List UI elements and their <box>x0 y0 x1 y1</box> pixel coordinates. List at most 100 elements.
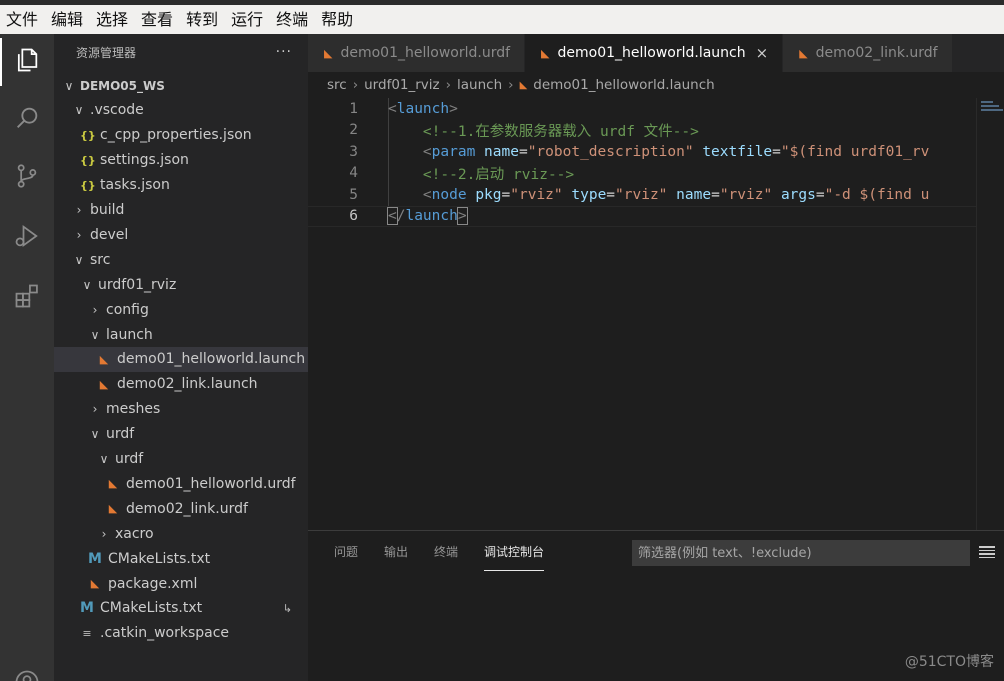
panel-menu-icon[interactable] <box>978 543 996 561</box>
tree-file[interactable]: M CMakeLists.txt <box>54 546 308 571</box>
panel-tab[interactable]: 调试控制台 <box>484 531 545 571</box>
tree-folder[interactable]: › devel <box>54 222 308 247</box>
tree-file[interactable]: ◣ demo01_helloworld.launch <box>54 346 308 372</box>
minimap-line <box>981 101 993 103</box>
code-token: = <box>501 186 511 203</box>
code-token: textfile <box>702 143 773 160</box>
breadcrumb-item[interactable]: src <box>327 77 347 93</box>
menu-item[interactable]: 文件 <box>6 6 38 34</box>
tree-folder[interactable]: ∨ urdf01_rviz <box>54 272 308 297</box>
code-line: 5 <node pkg="rviz" type="rviz" name="rvi… <box>308 184 976 206</box>
tree-folder[interactable]: ∨ src <box>54 247 308 272</box>
breadcrumb-item[interactable]: urdf01_rviz <box>364 77 440 93</box>
cmake-file-icon: M <box>80 600 94 617</box>
code-token: < <box>422 186 432 203</box>
tree-file[interactable]: {} tasks.json <box>54 173 308 198</box>
code-token: "rviz" <box>719 186 773 203</box>
minimap-line <box>981 105 999 107</box>
tree-folder[interactable]: ∨ urdf <box>54 422 308 447</box>
json-file-icon: {} <box>80 128 96 142</box>
code-token: <!--1.在参数服务器载入 urdf 文件--> <box>422 123 699 140</box>
menu-item[interactable]: 转到 <box>186 6 218 34</box>
tree-file[interactable]: ◣ demo02_link.launch <box>54 372 308 397</box>
tree-item-label: c_cpp_properties.json <box>100 127 252 144</box>
menu-item[interactable]: 查看 <box>141 6 173 34</box>
editor-tab[interactable]: ◣ demo01_helloworld.urdf <box>308 34 526 72</box>
code-token: < <box>388 100 397 117</box>
run-debug-icon[interactable] <box>11 220 43 252</box>
source-control-icon[interactable] <box>11 160 43 192</box>
panel-tab[interactable]: 终端 <box>434 531 458 571</box>
tree-item-label: CMakeLists.txt <box>100 600 203 617</box>
active-indicator <box>0 38 2 86</box>
tree-folder[interactable]: › xacro <box>54 521 308 546</box>
rss-file-icon: ◣ <box>99 377 109 391</box>
code-token: = <box>711 186 720 203</box>
sidebar-title: 资源管理器 <box>76 45 137 60</box>
code-text: <launch> <box>388 101 458 117</box>
menu-item[interactable]: 编辑 <box>51 6 83 34</box>
explorer-icon[interactable] <box>11 44 43 76</box>
tree-folder[interactable]: › meshes <box>54 397 308 422</box>
minimap[interactable] <box>976 98 1004 530</box>
chevron-right-icon: › <box>508 77 514 93</box>
tree-item-label: config <box>106 301 149 318</box>
tree-folder[interactable]: ∨ urdf <box>54 447 308 472</box>
chevron-right-icon: › <box>101 526 107 541</box>
tree-file[interactable]: ≡ .catkin_workspace <box>54 621 308 646</box>
panel-tab[interactable]: 输出 <box>384 531 408 571</box>
minimap-line <box>981 109 1003 111</box>
code-line: 2 <!--1.在参数服务器载入 urdf 文件--> <box>308 120 976 142</box>
menu-item[interactable]: 帮助 <box>321 6 353 34</box>
code-token: = <box>518 143 528 160</box>
tree-file[interactable]: M CMakeLists.txt ↳ <box>54 596 308 621</box>
tree-item-label: build <box>90 202 125 218</box>
panel-tab[interactable]: 问题 <box>334 531 358 571</box>
code-token: type <box>571 186 607 203</box>
chevron-down-icon: ∨ <box>74 252 84 267</box>
breadcrumb: src › urdf01_rviz › launch › ◣ demo01_helloworl… <box>308 72 1004 98</box>
tree-folder[interactable]: ∨ launch <box>54 322 308 347</box>
extensions-icon[interactable] <box>11 280 43 312</box>
code-token: < <box>387 207 398 226</box>
code-token: = <box>606 186 616 203</box>
code-line: 4 <!--2.启动 rviz--> <box>308 163 976 185</box>
tree-file[interactable]: ◣ package.xml <box>54 571 308 596</box>
accounts-icon[interactable] <box>11 666 43 681</box>
tree-file[interactable]: ◣ demo01_helloworld.urdf <box>54 471 308 496</box>
close-icon[interactable]: × <box>756 44 769 62</box>
menu-item[interactable]: 终端 <box>276 6 308 34</box>
line-number: 6 <box>349 208 358 225</box>
breadcrumb-item[interactable]: demo01_helloworld.launch <box>533 77 714 93</box>
tree-file[interactable]: ◣ demo02_link.urdf <box>54 496 308 521</box>
chevron-down-icon: ∨ <box>64 78 74 93</box>
panel-tabs: 问题 输出 终端 调试控制台 <box>308 531 570 571</box>
rss-file-icon: ◣ <box>108 502 118 516</box>
tree-folder[interactable]: › config <box>54 297 308 322</box>
tree-folder[interactable]: ∨ DEMO05_WS <box>54 73 308 98</box>
search-icon[interactable] <box>11 102 43 134</box>
tree-item-label: launch <box>106 326 153 343</box>
tree-item-label: .vscode <box>90 102 144 119</box>
tree-file[interactable]: {} settings.json <box>54 148 308 173</box>
editor-tab[interactable]: ◣ demo01_helloworld.launch × <box>525 34 784 72</box>
code-editor[interactable]: 1 <launch> 2 <!--1.在参数服务器载入 urdf 文件--> 3 <p… <box>308 98 1004 530</box>
code-token: <!--2.启动 rviz--> <box>422 166 575 183</box>
code-token: node <box>431 186 467 203</box>
tree-folder[interactable]: ∨ .vscode <box>54 98 308 123</box>
menu-item[interactable]: 运行 <box>231 6 263 34</box>
tree-item-label: src <box>90 251 111 268</box>
breadcrumb-item[interactable]: launch <box>457 77 502 93</box>
filter-input[interactable] <box>632 540 970 566</box>
json-file-icon: {} <box>80 153 96 167</box>
more-actions-button[interactable]: ··· <box>276 44 292 60</box>
tree-item-label: urdf <box>106 426 135 443</box>
code-line: 6 </launch> <box>308 205 976 227</box>
tree-folder[interactable]: › build <box>54 198 308 223</box>
chevron-right-icon: › <box>445 77 452 93</box>
editor-tab[interactable]: ◣ demo02_link.urdf <box>783 34 953 72</box>
tree-file[interactable]: {} c_cpp_properties.json <box>54 123 308 148</box>
menu-item[interactable]: 选择 <box>96 6 128 34</box>
